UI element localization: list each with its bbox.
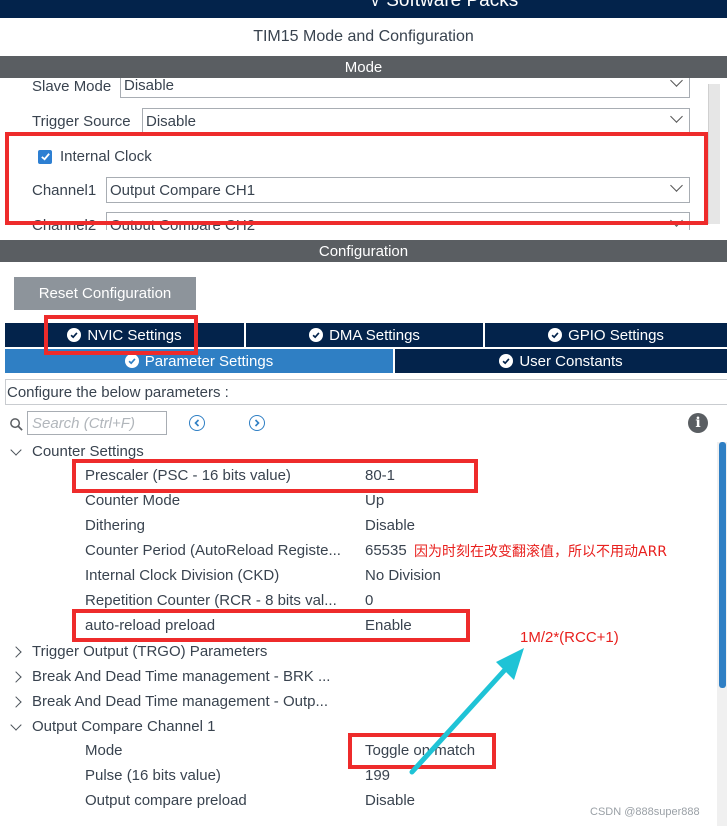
watermark: CSDN @888super888 xyxy=(590,806,700,818)
highlight-box-channel xyxy=(5,132,708,225)
param-value[interactable]: Disable xyxy=(365,517,415,534)
chevron-right-icon xyxy=(254,419,260,427)
search-icon xyxy=(10,418,23,431)
param-value[interactable]: 65535 xyxy=(365,542,407,559)
oc-param-value[interactable]: Disable xyxy=(365,792,415,809)
previous-result-button[interactable] xyxy=(189,415,205,431)
tab-gpio-settings[interactable]: GPIO Settings xyxy=(485,323,727,347)
param-label: Internal Clock Division (CKD) xyxy=(85,567,280,584)
chevron-down-icon: ∨ xyxy=(370,0,381,9)
chevron-right-icon xyxy=(10,645,22,658)
search-input[interactable]: Search (Ctrl+F) xyxy=(27,411,167,435)
highlight-box-prescaler xyxy=(72,459,478,493)
annotation-formula: 1M/2*(RCC+1) xyxy=(520,629,619,646)
trigger-source-select[interactable]: Disable xyxy=(142,108,690,134)
chevron-down-icon xyxy=(10,443,22,456)
mode-scrollbar[interactable] xyxy=(708,84,720,224)
oc-param-label: Pulse (16 bits value) xyxy=(85,767,221,784)
param-label: Dithering xyxy=(85,517,146,534)
param-label: Repetition Counter (RCR - 8 bits val... xyxy=(85,592,337,609)
check-circle-icon xyxy=(499,354,514,368)
param-value[interactable]: 0 xyxy=(365,592,373,609)
slave-mode-label: Slave Mode xyxy=(32,78,112,95)
output-compare-channel1-group[interactable]: Output Compare Channel 1 xyxy=(10,718,216,735)
counter-settings-group[interactable]: Counter Settings xyxy=(10,443,144,460)
highlight-box-nvic xyxy=(44,315,198,355)
panel-title: TIM15 Mode and Configuration xyxy=(253,28,474,45)
reset-configuration-button[interactable]: Reset Configuration xyxy=(14,277,196,310)
trigger-source-value: Disable xyxy=(146,112,197,130)
break-dead-time-brk-group[interactable]: Break And Dead Time management - BRK ... xyxy=(10,668,331,685)
software-packs-bar[interactable]: ∨ Software Packs xyxy=(0,0,727,18)
info-icon[interactable]: i xyxy=(688,413,708,433)
annotation-arr-note: 因为时刻在改变翻滚值，所以不用动ARR xyxy=(414,544,668,560)
param-scrollbar-thumb[interactable] xyxy=(719,442,726,688)
software-packs-menu[interactable]: ∨ Software Packs xyxy=(370,0,518,12)
param-value[interactable]: Up xyxy=(365,492,384,509)
param-value[interactable]: No Division xyxy=(365,567,441,584)
tab-dma-settings[interactable]: DMA Settings xyxy=(246,323,485,347)
config-hint: Configure the below parameters : xyxy=(5,379,727,405)
group-label: Break And Dead Time management - BRK ... xyxy=(32,668,331,685)
trigger-source-label: Trigger Source xyxy=(32,113,131,130)
slave-mode-value: Disable xyxy=(124,78,175,94)
chevron-down-icon xyxy=(10,718,22,731)
highlight-box-auto-reload xyxy=(72,609,470,642)
oc-param-label: Mode xyxy=(85,742,123,759)
annotation-arrow-icon xyxy=(409,648,524,775)
tab-user-constants[interactable]: User Constants xyxy=(395,349,727,373)
counter-settings-label: Counter Settings xyxy=(32,443,144,460)
output-compare-channel1-label: Output Compare Channel 1 xyxy=(32,718,216,735)
tab-dma-label: DMA Settings xyxy=(329,326,420,344)
chevron-right-icon xyxy=(10,695,22,708)
param-label: Counter Period (AutoReload Registe... xyxy=(85,542,341,559)
param-label: Counter Mode xyxy=(85,492,181,509)
group-label: Trigger Output (TRGO) Parameters xyxy=(32,643,268,660)
tab-parameter-label: Parameter Settings xyxy=(144,352,274,370)
group-label: Break And Dead Time management - Outp... xyxy=(32,693,328,710)
trigger-output-group[interactable]: Trigger Output (TRGO) Parameters xyxy=(10,643,268,660)
check-circle-icon xyxy=(124,354,139,368)
next-result-button[interactable] xyxy=(249,415,265,431)
check-circle-icon xyxy=(548,328,563,342)
tab-gpio-label: GPIO Settings xyxy=(568,326,664,344)
slave-mode-select[interactable]: Disable xyxy=(120,78,690,98)
chevron-left-icon xyxy=(194,419,200,427)
chevron-down-icon xyxy=(670,110,683,123)
check-circle-icon xyxy=(309,328,324,342)
oc-param-label: Output compare preload xyxy=(85,792,247,809)
software-packs-label: Software Packs xyxy=(386,0,519,11)
chevron-down-icon xyxy=(670,78,683,87)
configuration-section-header: Configuration xyxy=(0,240,727,262)
chevron-right-icon xyxy=(10,670,22,683)
break-dead-time-output-group[interactable]: Break And Dead Time management - Outp... xyxy=(10,693,328,710)
oc-param-value[interactable]: 199 xyxy=(365,767,390,784)
mode-section-header: Mode xyxy=(0,56,727,78)
tab-user-constants-label: User Constants xyxy=(519,352,623,370)
